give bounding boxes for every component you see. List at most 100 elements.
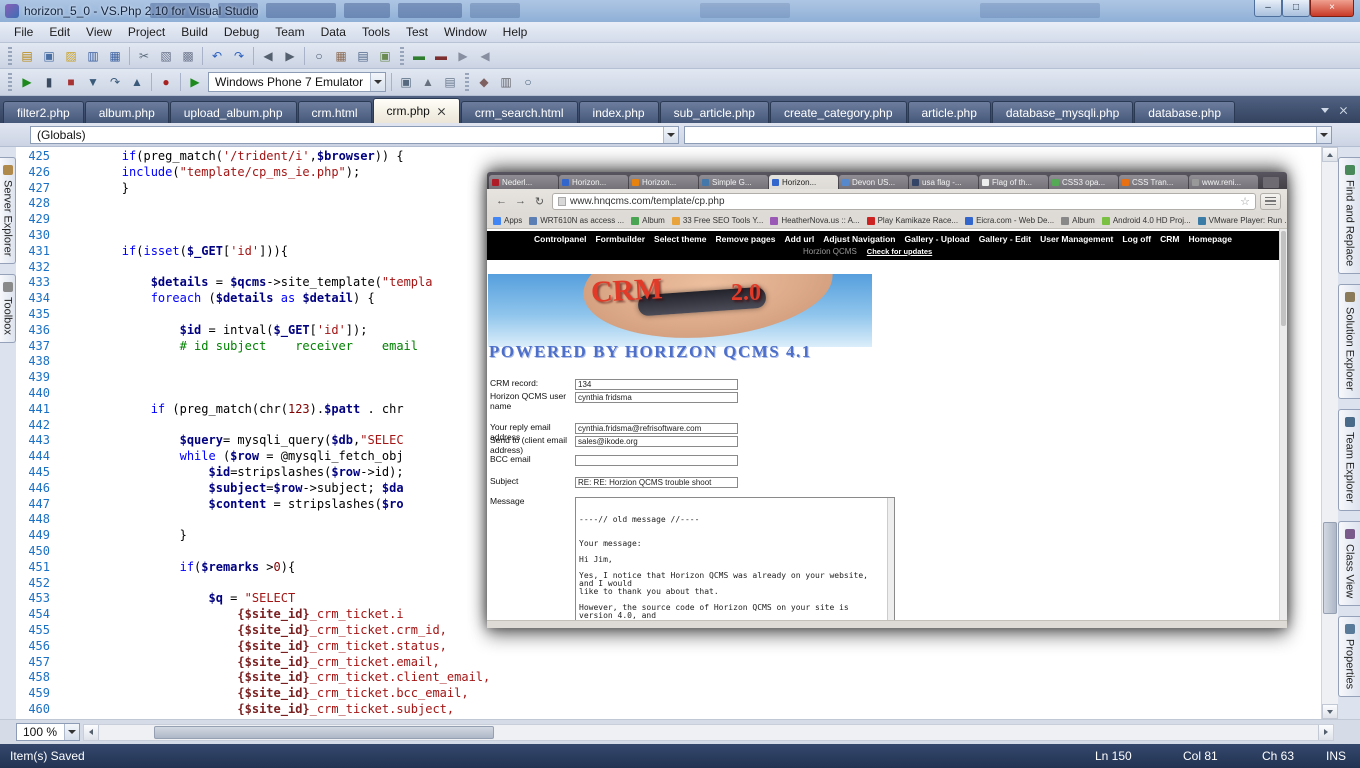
stop-debug-icon[interactable]: ■	[61, 72, 81, 92]
browser-tab-horizon[interactable]: Horizon...	[629, 175, 698, 189]
menu-data[interactable]: Data	[313, 23, 354, 41]
menu-edit[interactable]: Edit	[41, 23, 78, 41]
dropdown-arrow-icon[interactable]	[1316, 127, 1331, 143]
tab-index-php[interactable]: index.php	[579, 101, 659, 123]
options-icon[interactable]: ▥	[496, 72, 516, 92]
navigate-forward-icon[interactable]: ▶	[280, 46, 300, 66]
extensions-icon[interactable]: ◆	[474, 72, 494, 92]
editor-horizontal-scrollbar[interactable]	[83, 724, 1334, 741]
toggle-breakpoint-icon[interactable]: ●	[156, 72, 176, 92]
help-icon[interactable]: ○	[518, 72, 538, 92]
decrease-indent-icon[interactable]: ◀	[475, 46, 495, 66]
dropdown-arrow-icon[interactable]	[64, 724, 79, 740]
tab-crm-php[interactable]: crm.php	[373, 98, 460, 123]
close-tab-icon[interactable]	[437, 107, 446, 116]
tab-filter2-php[interactable]: filter2.php	[3, 101, 84, 123]
dropdown-arrow-icon[interactable]	[370, 73, 385, 91]
bookmark-eicra-com-web-de[interactable]: Eicra.com - Web De...	[965, 216, 1054, 225]
menu-project[interactable]: Project	[120, 23, 173, 41]
panel-tab-team-explorer[interactable]: Team Explorer	[1338, 409, 1360, 511]
scrollbar-thumb[interactable]	[1323, 522, 1337, 614]
menu-build[interactable]: Build	[173, 23, 216, 41]
increase-indent-icon[interactable]: ▶	[453, 46, 473, 66]
scroll-right-icon[interactable]	[1318, 725, 1333, 740]
paste-icon[interactable]: ▩	[178, 46, 198, 66]
menu-help[interactable]: Help	[495, 23, 536, 41]
properties-window-icon[interactable]: ▤	[353, 46, 373, 66]
toolbox-icon[interactable]: ▣	[375, 46, 395, 66]
dropdown-arrow-icon[interactable]	[663, 127, 678, 143]
solution-explorer-icon[interactable]: ▦	[331, 46, 351, 66]
tab-crm-search-html[interactable]: crm_search.html	[461, 101, 578, 123]
user-name-field[interactable]: cynthia fridsma	[575, 392, 738, 403]
scrollbar-thumb[interactable]	[1281, 231, 1286, 326]
attach-debugger-icon[interactable]: ▣	[396, 72, 416, 92]
bookmark-heathernova-us-a[interactable]: HeatherNova.us :: A...	[770, 216, 859, 225]
scroll-up-icon[interactable]	[1322, 147, 1338, 162]
find-icon[interactable]: ○	[309, 46, 329, 66]
menu-view[interactable]: View	[78, 23, 120, 41]
browser-tab-css-tran[interactable]: CSS Tran...	[1119, 175, 1188, 189]
navigate-backward-icon[interactable]: ◀	[258, 46, 278, 66]
tab-album-php[interactable]: album.php	[85, 101, 169, 123]
tab-list-dropdown-icon[interactable]	[1321, 108, 1329, 113]
minimize-button[interactable]: –	[1254, 0, 1282, 17]
build-solution-icon[interactable]: ▲	[418, 72, 438, 92]
browser-menu-button[interactable]	[1260, 193, 1281, 210]
panel-tab-class-view[interactable]: Class View	[1338, 521, 1360, 606]
panel-tab-find-and-replace[interactable]: Find and Replace	[1338, 157, 1360, 274]
reload-button[interactable]: ↻	[531, 193, 548, 210]
new-tab-button[interactable]	[1263, 177, 1279, 188]
tab-database-mysqli-php[interactable]: database_mysqli.php	[992, 101, 1133, 123]
panel-tab-toolbox[interactable]: Toolbox	[0, 274, 16, 343]
members-dropdown[interactable]	[684, 126, 1333, 144]
panel-tab-solution-explorer[interactable]: Solution Explorer	[1338, 284, 1360, 399]
tab-sub-article-php[interactable]: sub_article.php	[660, 101, 769, 123]
panel-tab-server-explorer[interactable]: Server Explorer	[0, 157, 16, 264]
browser-tab-nederl[interactable]: Nederl...	[489, 175, 558, 189]
close-button[interactable]: ×	[1310, 0, 1354, 17]
panel-tab-properties[interactable]: Properties	[1338, 616, 1360, 697]
scrollbar-thumb[interactable]	[154, 726, 494, 739]
bookmark-star-icon[interactable]: ☆	[1240, 195, 1250, 208]
bookmark-play-kamikaze-race[interactable]: Play Kamikaze Race...	[867, 216, 958, 225]
browser-tab-usa-flag[interactable]: usa flag -...	[909, 175, 978, 189]
menu-file[interactable]: File	[6, 23, 41, 41]
bcc-email-field[interactable]	[575, 455, 738, 466]
browser-tab-www-reni[interactable]: www.reni...	[1189, 175, 1258, 189]
crm-record-field[interactable]: 134	[575, 379, 738, 390]
client-email-field[interactable]: sales@ikode.org	[575, 436, 738, 447]
step-out-icon[interactable]: ▲	[127, 72, 147, 92]
menu-team[interactable]: Team	[267, 23, 312, 41]
debug-start-icon[interactable]: ▶	[17, 72, 37, 92]
break-all-icon[interactable]: ▮	[39, 72, 59, 92]
textarea-scrollbar[interactable]	[887, 498, 894, 620]
back-button[interactable]: ←	[493, 193, 510, 210]
save-all-icon[interactable]: ▦	[105, 46, 125, 66]
scroll-down-icon[interactable]	[1322, 704, 1338, 719]
menu-window[interactable]: Window	[436, 23, 495, 41]
scroll-left-icon[interactable]	[84, 725, 99, 740]
address-bar[interactable]: www.hnqcms.com/template/cp.php ☆	[552, 193, 1256, 210]
tab-article-php[interactable]: article.php	[908, 101, 991, 123]
reply-email-field[interactable]: cynthia.fridsma@refrisoftware.com	[575, 423, 738, 434]
undo-icon[interactable]: ↶	[207, 46, 227, 66]
save-icon[interactable]: ▥	[83, 46, 103, 66]
open-file-icon[interactable]: ▨	[61, 46, 81, 66]
bookmark-vmware-player-run[interactable]: VMware Player: Run ...	[1198, 216, 1287, 225]
close-document-icon[interactable]	[1339, 106, 1348, 115]
forward-button[interactable]: →	[512, 193, 529, 210]
subject-field[interactable]: RE: RE: Horzion QCMS trouble shoot	[575, 477, 738, 488]
browser-tab-horizon[interactable]: Horizon...	[559, 175, 628, 189]
tab-create-category-php[interactable]: create_category.php	[770, 101, 907, 123]
browser-tab-css3-opa[interactable]: CSS3 opa...	[1049, 175, 1118, 189]
tab-database-php[interactable]: database.php	[1134, 101, 1235, 123]
bookmark-android-4-0-hd-proj[interactable]: Android 4.0 HD Proj...	[1102, 216, 1191, 225]
new-project-icon[interactable]: ▤	[17, 46, 37, 66]
comment-selection-icon[interactable]: ▬	[409, 46, 429, 66]
bookmark-wrt610n-as-access[interactable]: WRT610N as access ...	[529, 216, 624, 225]
menu-test[interactable]: Test	[398, 23, 436, 41]
cut-icon[interactable]: ✂	[134, 46, 154, 66]
copy-icon[interactable]: ▧	[156, 46, 176, 66]
zoom-dropdown[interactable]: 100 %	[16, 723, 80, 741]
